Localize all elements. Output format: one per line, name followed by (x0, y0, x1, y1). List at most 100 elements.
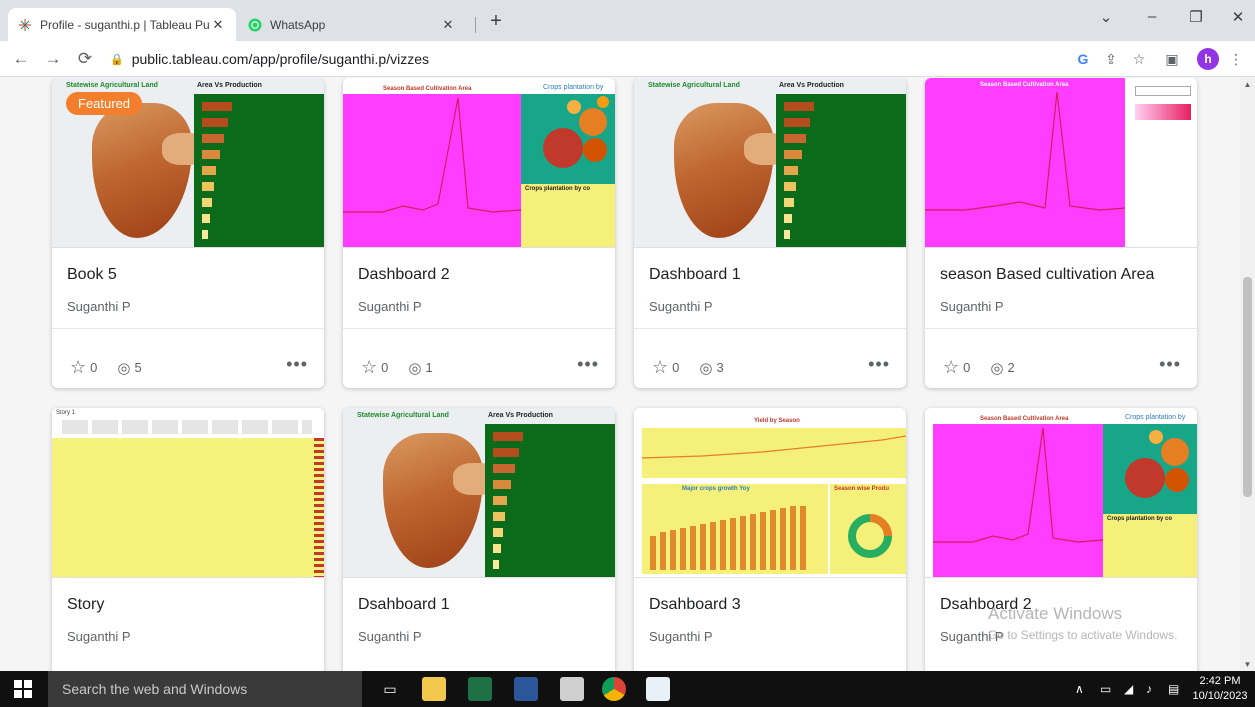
page-scrollbar[interactable]: ▲ ▼ (1240, 78, 1255, 671)
viz-author[interactable]: Suganthi P (940, 299, 1004, 314)
restore-button[interactable]: ❐ (1182, 8, 1210, 26)
star-icon[interactable]: ☆ (70, 357, 86, 378)
views-count: 2 (1007, 360, 1015, 375)
viz-thumbnail[interactable]: Season Based Cultivation Area Crops plan… (925, 408, 1197, 578)
viz-card[interactable]: Story 1 Story Suganthi P (52, 408, 324, 671)
viz-author[interactable]: Suganthi P (67, 629, 131, 644)
viz-author[interactable]: Suganthi P (649, 299, 713, 314)
viz-card[interactable]: Season Based Cultivation Area Crops plan… (343, 78, 615, 388)
task-view-icon[interactable]: ▭ (378, 677, 402, 701)
scrollbar-thumb[interactable] (1243, 277, 1252, 497)
address-bar[interactable]: 🔒 public.tableau.com/app/profile/suganth… (110, 46, 1070, 72)
network-icon[interactable]: ◢ (1124, 682, 1133, 696)
bookmark-star-icon[interactable]: ☆ (1129, 49, 1149, 69)
color-legend (1135, 104, 1191, 120)
viz-title[interactable]: Dsahboard 3 (649, 596, 741, 614)
url-text: public.tableau.com/app/profile/suganthi.… (131, 51, 429, 67)
forward-button[interactable]: → (42, 48, 64, 70)
excel-icon[interactable] (468, 677, 492, 701)
yield-line-panel (641, 428, 906, 478)
tray-chevron-icon[interactable]: ∧ (1075, 682, 1084, 696)
share-icon[interactable]: ⇪ (1101, 49, 1121, 69)
star-icon[interactable]: ☆ (361, 357, 377, 378)
area-production-panel (776, 94, 906, 247)
profile-avatar[interactable]: h (1197, 48, 1219, 70)
featured-badge: Featured (66, 92, 143, 115)
lock-icon: 🔒 (110, 53, 124, 66)
favorites-count: 0 (90, 360, 98, 375)
tableau-icon[interactable] (646, 677, 670, 701)
scroll-down-arrow-icon[interactable]: ▼ (1240, 660, 1255, 669)
word-cloud-area (52, 438, 324, 577)
more-options-button[interactable]: ••• (286, 354, 308, 375)
reload-button[interactable]: ⟳ (74, 48, 96, 70)
tab-search-dropdown-icon[interactable]: ⌄ (1092, 8, 1120, 26)
crops-bubble-panel (1103, 424, 1197, 514)
notifications-icon[interactable]: ▤ (1168, 682, 1179, 696)
back-button[interactable]: ← (10, 48, 32, 70)
new-tab-button[interactable]: + (484, 10, 508, 34)
star-icon[interactable]: ☆ (652, 357, 668, 378)
viz-thumbnail[interactable]: Season Based Cultivation Area (925, 78, 1197, 248)
eye-icon: ◎ (408, 359, 422, 377)
viz-title[interactable]: Book 5 (67, 266, 117, 284)
file-explorer-icon[interactable] (422, 677, 446, 701)
viz-title[interactable]: Dsahboard 1 (358, 596, 450, 614)
tab-separator (475, 17, 476, 33)
season-filter-dropdown[interactable] (1135, 86, 1191, 96)
side-panel-icon[interactable]: ▣ (1162, 49, 1182, 69)
battery-icon[interactable]: ▭ (1100, 682, 1111, 696)
growth-bar-panel: Major crops growth Yoy (642, 484, 828, 574)
viz-title[interactable]: season Based cultivation Area (940, 266, 1154, 284)
volume-icon[interactable]: ♪ (1146, 682, 1152, 696)
eye-icon: ◎ (117, 359, 131, 377)
viz-author[interactable]: Suganthi P (358, 629, 422, 644)
tab-close-icon[interactable]: ✕ (440, 17, 456, 33)
tab-tableau-profile[interactable]: Profile - suganthi.p | Tableau Pul ✕ (8, 8, 236, 41)
viz-thumbnail[interactable]: Statewise Agricultural Land Area Vs Prod… (52, 78, 324, 248)
vizzes-gallery: Statewise Agricultural Land Area Vs Prod… (0, 78, 1240, 671)
season-area-chart (343, 94, 522, 247)
more-options-button[interactable]: ••• (577, 354, 599, 375)
viz-card[interactable]: Statewise Agricultural Land Area Vs Prod… (343, 408, 615, 671)
viz-title[interactable]: Dashboard 1 (649, 266, 741, 284)
more-options-button[interactable]: ••• (1159, 354, 1181, 375)
season-area-chart (933, 424, 1104, 577)
viz-author[interactable]: Suganthi P (67, 299, 131, 314)
tab-whatsapp[interactable]: WhatsApp ✕ (238, 8, 466, 41)
chrome-icon[interactable] (602, 677, 626, 701)
word-icon[interactable] (514, 677, 538, 701)
close-window-button[interactable]: ✕ (1224, 8, 1252, 26)
viz-author[interactable]: Suganthi P (358, 299, 422, 314)
viz-thumbnail[interactable]: Statewise Agricultural Land Area Vs Prod… (343, 408, 615, 578)
windows-start-icon[interactable] (14, 680, 32, 698)
star-icon[interactable]: ☆ (943, 357, 959, 378)
taskbar-clock[interactable]: 2:42 PM 10/10/2023 (1190, 674, 1250, 704)
viz-card[interactable]: Season Based Cultivation Area season Bas… (925, 78, 1197, 388)
google-icon[interactable]: G (1073, 49, 1093, 69)
viz-card[interactable]: Statewise Agricultural Land Area Vs Prod… (52, 78, 324, 388)
tab-close-icon[interactable]: ✕ (210, 17, 226, 33)
viz-title[interactable]: Dashboard 2 (358, 266, 450, 284)
viz-thumbnail[interactable]: Season Based Cultivation Area Crops plan… (343, 78, 615, 248)
menu-kebab-icon[interactable]: ⋮ (1226, 49, 1246, 69)
viz-card[interactable]: Statewise Agricultural Land Area Vs Prod… (634, 78, 906, 388)
clock-time: 2:42 PM (1199, 675, 1241, 687)
tab-title: WhatsApp (270, 17, 326, 32)
taskbar-search-input[interactable]: Search the web and Windows (48, 671, 362, 707)
viz-thumbnail[interactable]: Yield by Season Major crops growth Yoy S… (634, 408, 906, 578)
whatsapp-icon (248, 18, 262, 32)
crops-bubble-panel (521, 94, 615, 184)
viz-author[interactable]: Suganthi P (649, 629, 713, 644)
viz-title[interactable]: Story (67, 596, 104, 614)
area-production-panel (485, 424, 615, 577)
more-options-button[interactable]: ••• (868, 354, 890, 375)
minimize-button[interactable]: – (1138, 8, 1166, 25)
viz-thumbnail[interactable]: Story 1 (52, 408, 324, 578)
favorites-count: 0 (381, 360, 389, 375)
viz-card[interactable]: Yield by Season Major crops growth Yoy S… (634, 408, 906, 671)
viz-thumbnail[interactable]: Statewise Agricultural Land Area Vs Prod… (634, 78, 906, 248)
viz-stats: ☆ 0 ◎ 2 (943, 357, 1019, 378)
scroll-up-arrow-icon[interactable]: ▲ (1240, 80, 1255, 89)
calculator-icon[interactable] (560, 677, 584, 701)
